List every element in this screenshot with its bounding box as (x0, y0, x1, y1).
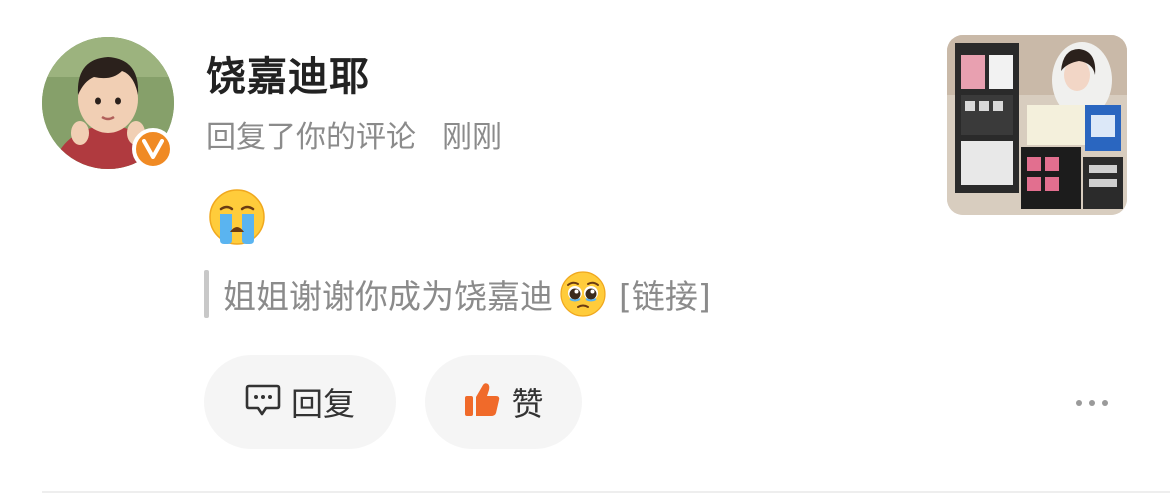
like-button[interactable]: 赞 (425, 355, 582, 449)
username[interactable]: 饶嘉迪耶 (206, 44, 370, 102)
quoted-comment-text: 姐姐谢谢你成为饶嘉迪 (223, 277, 553, 316)
timestamp: 刚刚 (442, 120, 502, 155)
post-thumbnail[interactable] (947, 35, 1127, 215)
comment-icon (245, 383, 281, 421)
more-dot (1076, 400, 1082, 406)
more-dot (1102, 400, 1108, 406)
thumbs-up-icon (463, 382, 501, 422)
divider (42, 491, 1170, 493)
action-text: 回复了你的评论 (206, 120, 416, 155)
crying-face-emoji (208, 188, 266, 246)
more-dot (1089, 400, 1095, 406)
reply-button[interactable]: 回复 (204, 355, 396, 449)
quoted-comment[interactable]: 姐姐谢谢你成为饶嘉迪 [链接] (204, 268, 711, 320)
verified-icon (132, 128, 174, 170)
quote-bar (204, 270, 209, 318)
like-button-label: 赞 (511, 385, 544, 423)
reply-button-label: 回复 (290, 385, 355, 423)
notification-meta: 回复了你的评论 刚刚 (206, 112, 502, 156)
more-dots-icon[interactable] (1066, 390, 1118, 416)
pleading-face-emoji (559, 270, 607, 318)
link-label[interactable]: [链接] (619, 270, 711, 318)
